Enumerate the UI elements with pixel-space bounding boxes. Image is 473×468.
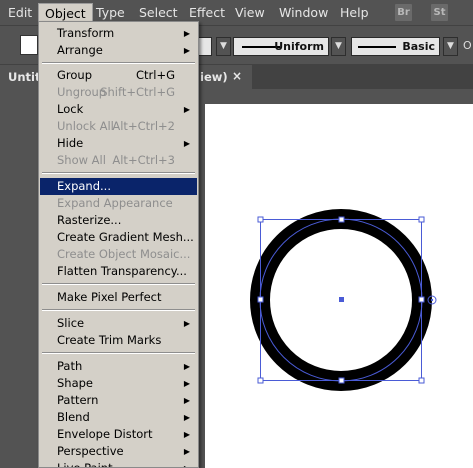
menu-item-expand[interactable]: Expand...	[40, 178, 197, 195]
menu-item-ungroup[interactable]: Ungroup Shift+Ctrl+G	[40, 84, 197, 101]
submenu-arrow-icon: ▶	[183, 139, 190, 148]
menu-item-group[interactable]: Group Ctrl+G	[40, 67, 197, 84]
submenu-arrow-icon: ▶	[183, 29, 190, 38]
live-corner-widget-dot	[430, 298, 434, 302]
menu-separator	[42, 283, 195, 285]
menu-item-expand-appearance[interactable]: Expand Appearance	[40, 195, 197, 212]
menu-separator	[42, 352, 195, 354]
menu-item-flatten-transparency[interactable]: Flatten Transparency...	[40, 263, 197, 280]
handle-bottom-right[interactable]	[418, 377, 425, 384]
menu-item-create-trim-marks[interactable]: Create Trim Marks	[40, 332, 197, 349]
handle-bottom-left[interactable]	[257, 377, 264, 384]
submenu-arrow-icon: ▶	[183, 447, 190, 456]
menu-item-blend[interactable]: Blend ▶	[40, 409, 197, 426]
menu-item-make-pixel-perfect[interactable]: Make Pixel Perfect	[40, 289, 197, 306]
submenu-arrow-icon: ▶	[183, 430, 190, 439]
submenu-arrow-icon: ▶	[183, 319, 190, 328]
menu-item-hide[interactable]: Hide ▶	[40, 135, 197, 152]
handle-top-left[interactable]	[257, 216, 264, 223]
menu-separator	[42, 172, 195, 174]
menu-item-create-gradient-mesh[interactable]: Create Gradient Mesh...	[40, 229, 197, 246]
submenu-arrow-icon: ▶	[184, 460, 190, 467]
menu-item-lock[interactable]: Lock ▶	[40, 101, 197, 118]
handle-middle-right[interactable]	[418, 296, 425, 303]
handle-top-right[interactable]	[418, 216, 425, 223]
submenu-arrow-icon: ▶	[183, 413, 190, 422]
menu-item-show-all[interactable]: Show All Alt+Ctrl+3	[40, 152, 197, 169]
menu-item-path[interactable]: Path ▶	[40, 358, 197, 375]
menu-item-transform[interactable]: Transform ▶	[40, 25, 197, 42]
object-menu: Transform ▶ Arrange ▶ Group Ctrl+G Ungroup S…	[38, 21, 199, 468]
menu-item-slice[interactable]: Slice ▶	[40, 315, 197, 332]
submenu-arrow-icon: ▶	[183, 362, 190, 371]
handle-middle-left[interactable]	[257, 296, 264, 303]
menu-item-arrange[interactable]: Arrange ▶	[40, 42, 197, 59]
menu-item-shape[interactable]: Shape ▶	[40, 375, 197, 392]
menu-item-rasterize[interactable]: Rasterize...	[40, 212, 197, 229]
handle-top-center[interactable]	[338, 216, 345, 223]
menu-item-create-object-mosaic[interactable]: Create Object Mosaic...	[40, 246, 197, 263]
center-point-icon	[339, 297, 344, 302]
menu-separator	[42, 309, 195, 311]
menu-item-live-paint[interactable]: Live Paint▶	[40, 460, 197, 467]
submenu-arrow-icon: ▶	[183, 396, 190, 405]
submenu-arrow-icon: ▶	[183, 46, 190, 55]
menu-item-unlock-all[interactable]: Unlock All Alt+Ctrl+2	[40, 118, 197, 135]
menu-item-perspective[interactable]: Perspective ▶	[40, 443, 197, 460]
submenu-arrow-icon: ▶	[183, 105, 190, 114]
submenu-arrow-icon: ▶	[183, 379, 190, 388]
handle-bottom-center[interactable]	[338, 377, 345, 384]
menu-item-pattern[interactable]: Pattern ▶	[40, 392, 197, 409]
menu-item-envelope-distort[interactable]: Envelope Distort ▶	[40, 426, 197, 443]
menu-separator	[42, 62, 195, 64]
